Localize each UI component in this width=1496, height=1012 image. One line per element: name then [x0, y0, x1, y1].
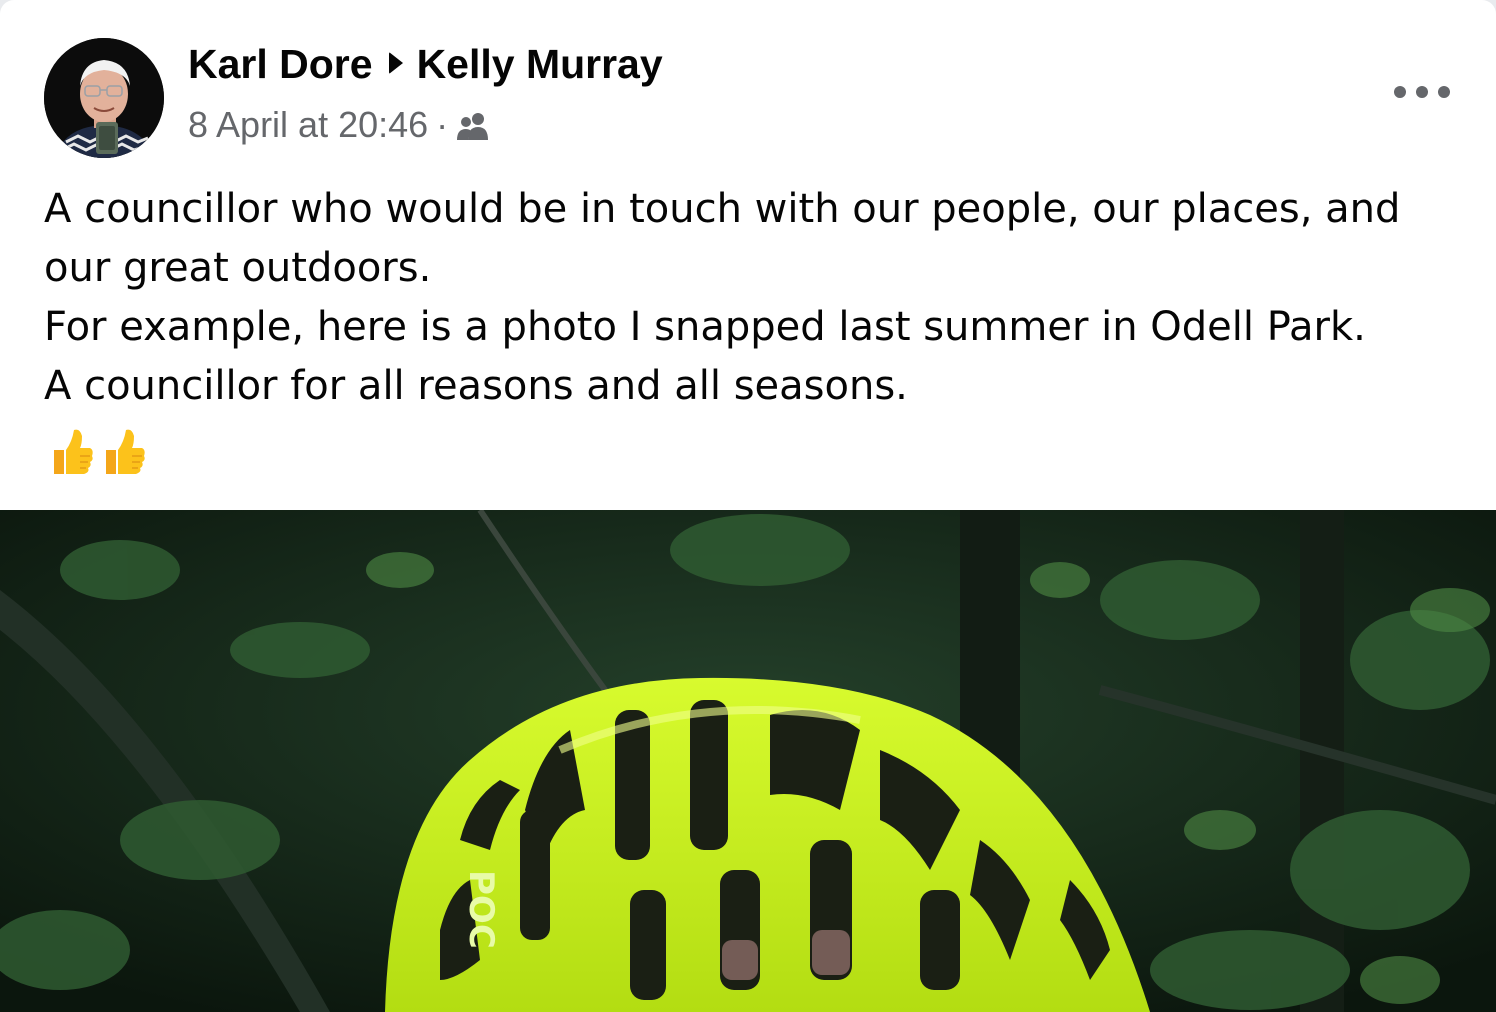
- post-timestamp[interactable]: 8 April at 20:46: [188, 104, 428, 145]
- thumbs-up-icon: [54, 429, 93, 474]
- author-avatar[interactable]: [44, 38, 164, 158]
- caret-right-icon: [388, 52, 403, 74]
- recipient-name[interactable]: Kelly Murray: [417, 41, 663, 87]
- post-line: our great outdoors.: [44, 245, 432, 291]
- more-options-icon[interactable]: [1388, 74, 1460, 110]
- post-photo[interactable]: POC: [0, 510, 1496, 1012]
- post-line: A councillor who would be in touch with …: [44, 186, 1401, 232]
- emoji-row: [48, 426, 148, 478]
- helmet-brand-label: POC: [461, 870, 501, 949]
- author-name[interactable]: Karl Dore: [188, 41, 373, 87]
- post-line: A councillor for all reasons and all sea…: [44, 363, 908, 409]
- post-title: Karl Dore Kelly Murray: [188, 41, 663, 88]
- post-line: For example, here is a photo I snapped l…: [44, 304, 1366, 350]
- cyclist-helmet-photo: POC: [0, 510, 1496, 1012]
- post-header: Karl Dore Kelly Murray 8 April at 20:46 ·: [44, 38, 1464, 158]
- thumbs-up-icon: [106, 429, 145, 474]
- post-message: A councillor who would be in touch with …: [44, 180, 1464, 416]
- meta-separator: ·: [436, 104, 449, 145]
- post-meta: 8 April at 20:46 ·: [188, 104, 492, 150]
- post-card: Karl Dore Kelly Murray 8 April at 20:46 · …: [0, 0, 1496, 1012]
- friends-icon[interactable]: [456, 108, 492, 150]
- avatar-image: [44, 38, 164, 158]
